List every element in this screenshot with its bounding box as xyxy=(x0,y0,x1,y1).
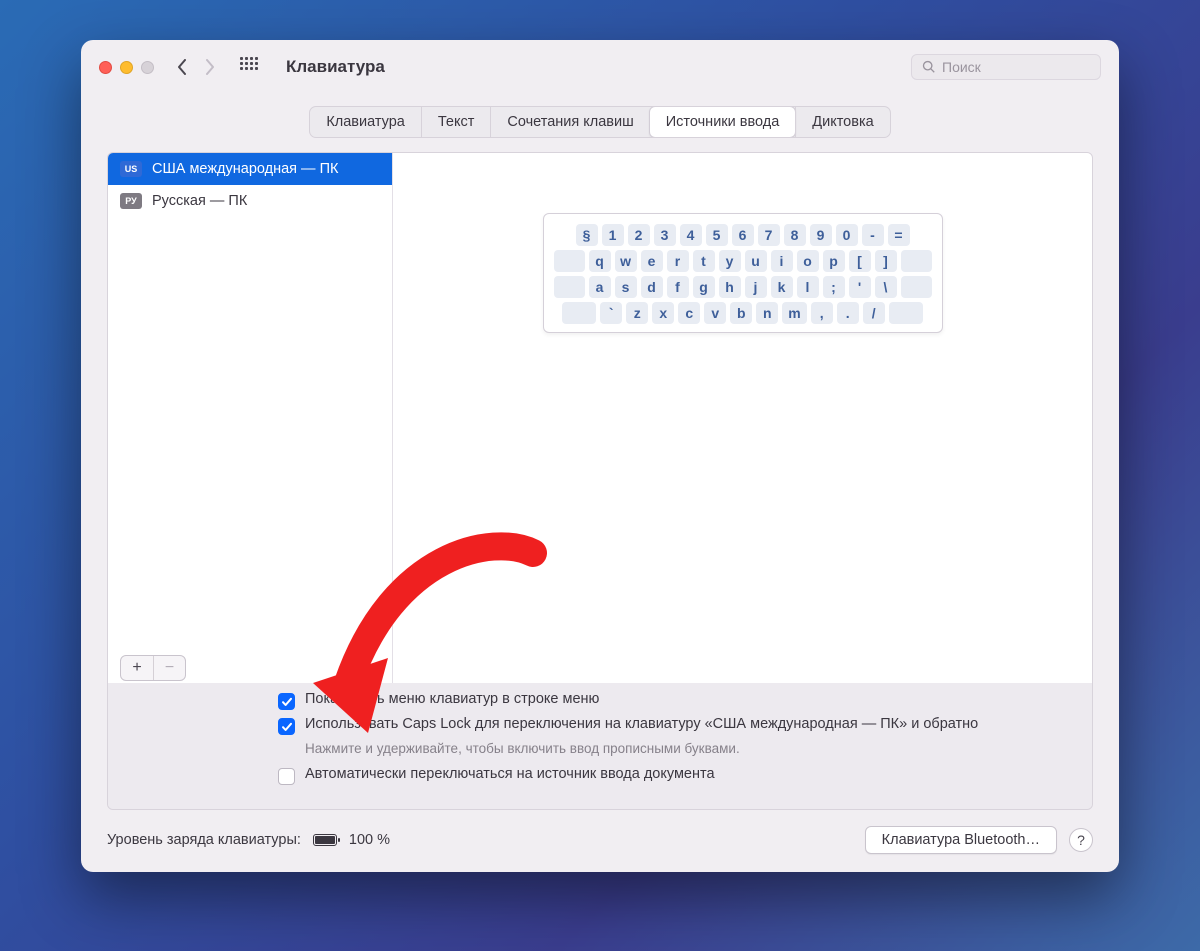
source-item-ru[interactable]: РУ Русская — ПК xyxy=(108,185,392,217)
add-remove-controls: + − xyxy=(120,655,186,681)
key: o xyxy=(797,250,819,272)
key: y xyxy=(719,250,741,272)
option-show-menu: Показывать меню клавиатур в строке меню xyxy=(278,691,1072,710)
titlebar: Клавиатура Поиск xyxy=(81,40,1119,94)
remove-source-button[interactable]: − xyxy=(153,656,185,680)
keyboard-layout: §1234567890-= qwertyuiop[] asdfghjkl;'\ … xyxy=(543,213,943,333)
close-window-button[interactable] xyxy=(99,61,112,74)
sources-list: US США международная — ПК РУ Русская — П… xyxy=(108,153,393,683)
key: - xyxy=(862,224,884,246)
key: 6 xyxy=(732,224,754,246)
option-hint: Нажмите и удерживайте, чтобы включить вв… xyxy=(305,741,1072,756)
key: , xyxy=(811,302,833,324)
source-label: США международная — ПК xyxy=(152,161,338,177)
key: u xyxy=(745,250,767,272)
window-title: Клавиатура xyxy=(286,57,385,77)
key: 0 xyxy=(836,224,858,246)
key: . xyxy=(837,302,859,324)
tab-text[interactable]: Текст xyxy=(421,107,491,137)
key: 9 xyxy=(810,224,832,246)
key: ; xyxy=(823,276,845,298)
source-item-us[interactable]: US США международная — ПК xyxy=(108,153,392,185)
forward-button[interactable] xyxy=(200,57,220,77)
option-label: Показывать меню клавиатур в строке меню xyxy=(305,691,599,707)
key: § xyxy=(576,224,598,246)
key: 3 xyxy=(654,224,676,246)
key: x xyxy=(652,302,674,324)
key: 7 xyxy=(758,224,780,246)
options-area: Показывать меню клавиатур в строке меню … xyxy=(108,683,1092,809)
key: z xyxy=(626,302,648,324)
key: / xyxy=(863,302,885,324)
window-controls xyxy=(99,61,154,74)
show-all-icon[interactable] xyxy=(240,57,260,77)
flag-us-icon: US xyxy=(120,161,142,177)
key: 2 xyxy=(628,224,650,246)
key: i xyxy=(771,250,793,272)
key: q xyxy=(589,250,611,272)
checkbox-caps-lock[interactable] xyxy=(278,718,295,735)
option-label: Автоматически переключаться на источник … xyxy=(305,766,715,782)
key: b xyxy=(730,302,752,324)
key: w xyxy=(615,250,637,272)
key: d xyxy=(641,276,663,298)
search-field[interactable]: Поиск xyxy=(911,54,1101,80)
key: 1 xyxy=(602,224,624,246)
tab-shortcuts[interactable]: Сочетания клавиш xyxy=(490,107,649,137)
key: 4 xyxy=(680,224,702,246)
key: ] xyxy=(875,250,897,272)
checkbox-auto-switch[interactable] xyxy=(278,768,295,785)
tab-bar: Клавиатура Текст Сочетания клавиш Источн… xyxy=(309,106,890,138)
battery-label: Уровень заряда клавиатуры: xyxy=(107,832,301,848)
back-button[interactable] xyxy=(172,57,192,77)
option-auto-switch: Автоматически переключаться на источник … xyxy=(278,766,1072,785)
key: j xyxy=(745,276,767,298)
flag-ru-icon: РУ xyxy=(120,193,142,209)
key: ' xyxy=(849,276,871,298)
key: l xyxy=(797,276,819,298)
checkbox-show-menu[interactable] xyxy=(278,693,295,710)
key: 5 xyxy=(706,224,728,246)
key: n xyxy=(756,302,778,324)
key: k xyxy=(771,276,793,298)
battery-percentage: 100 % xyxy=(349,832,390,848)
key: [ xyxy=(849,250,871,272)
battery-icon xyxy=(313,834,337,846)
help-button[interactable]: ? xyxy=(1069,828,1093,852)
keyboard-preview: §1234567890-= qwertyuiop[] asdfghjkl;'\ … xyxy=(393,153,1092,683)
preferences-window: Клавиатура Поиск Клавиатура Текст Сочета… xyxy=(81,40,1119,872)
key: m xyxy=(782,302,806,324)
key: a xyxy=(589,276,611,298)
footer: Уровень заряда клавиатуры: 100 % Клавиат… xyxy=(81,810,1119,872)
input-sources-panel: US США международная — ПК РУ Русская — П… xyxy=(107,152,1093,810)
search-placeholder: Поиск xyxy=(942,59,981,75)
key: t xyxy=(693,250,715,272)
minimize-window-button[interactable] xyxy=(120,61,133,74)
option-label: Использовать Caps Lock для переключения … xyxy=(305,716,978,732)
source-label: Русская — ПК xyxy=(152,193,247,209)
key: \ xyxy=(875,276,897,298)
key: g xyxy=(693,276,715,298)
key: s xyxy=(615,276,637,298)
option-caps-lock: Использовать Caps Lock для переключения … xyxy=(278,716,1072,735)
add-source-button[interactable]: + xyxy=(121,656,153,680)
tab-keyboard[interactable]: Клавиатура xyxy=(310,107,421,137)
tab-dictation[interactable]: Диктовка xyxy=(795,107,889,137)
key: r xyxy=(667,250,689,272)
key: 8 xyxy=(784,224,806,246)
key: ` xyxy=(600,302,622,324)
search-icon xyxy=(922,60,936,74)
bluetooth-keyboard-button[interactable]: Клавиатура Bluetooth… xyxy=(865,826,1057,854)
key: p xyxy=(823,250,845,272)
key: = xyxy=(888,224,910,246)
key: c xyxy=(678,302,700,324)
key: v xyxy=(704,302,726,324)
key: h xyxy=(719,276,741,298)
zoom-window-button[interactable] xyxy=(141,61,154,74)
key: e xyxy=(641,250,663,272)
key: f xyxy=(667,276,689,298)
tab-input-sources[interactable]: Источники ввода xyxy=(649,106,797,138)
